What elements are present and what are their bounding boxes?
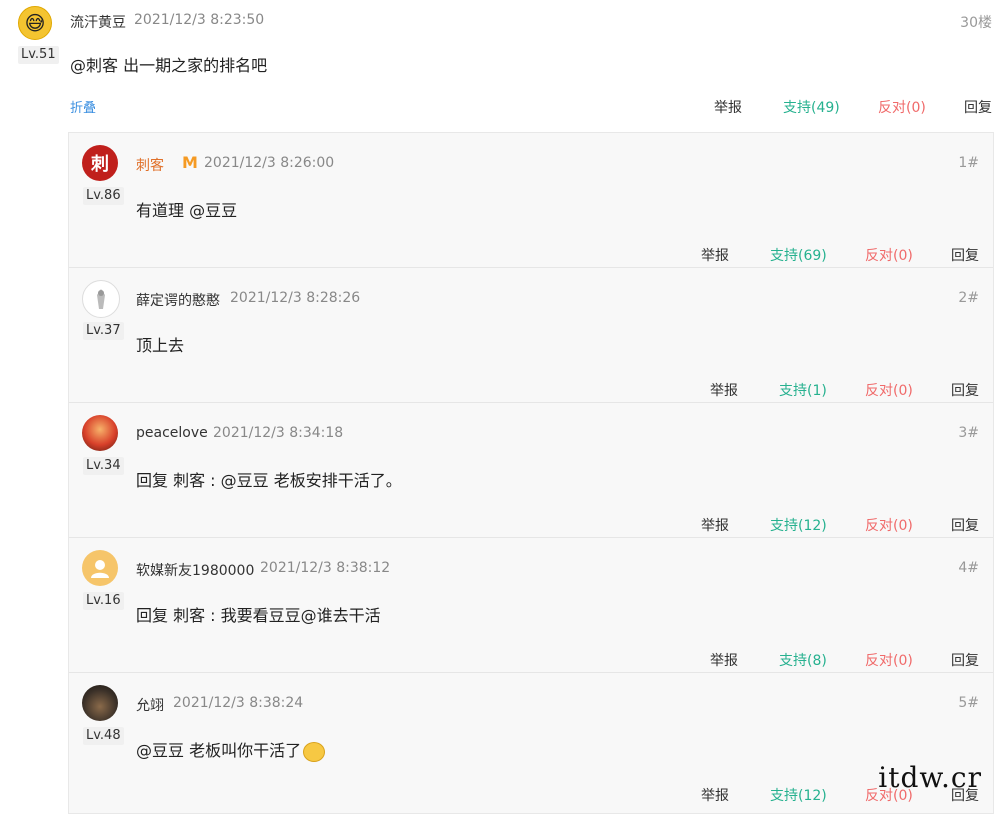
oppose-button[interactable]: 反对(0) (865, 245, 913, 265)
reply-time: 2021/12/3 8:28:26 (230, 290, 361, 306)
flower-icon (97, 289, 105, 309)
reply-floor: 1# (958, 155, 979, 171)
reply-floor: 5# (958, 695, 979, 711)
vip-badge-icon: M (182, 153, 198, 172)
reply-time: 2021/12/3 8:26:00 (204, 155, 335, 171)
user-level-badge: Lv.51 (18, 46, 59, 64)
user-level-badge: Lv.86 (83, 187, 124, 205)
report-button[interactable]: 举报 (710, 380, 738, 400)
emoji-icon (303, 741, 326, 762)
reply-button[interactable]: 回复 (951, 650, 979, 670)
report-button[interactable]: 举报 (701, 785, 729, 805)
reply-button[interactable]: 回复 (951, 380, 979, 400)
reply-username[interactable]: 刺客 (136, 155, 164, 175)
watermark: itdw.cr (878, 761, 982, 794)
reply-content: 回复 刺客 : @豆豆 老板安排干活了。 (136, 471, 402, 490)
reply-item: 刺 Lv.86 刺客 M 2021/12/3 8:26:00 1# 有道理 @豆… (69, 133, 993, 268)
oppose-button[interactable]: 反对(0) (865, 515, 913, 535)
reply-thread: 刺 Lv.86 刺客 M 2021/12/3 8:26:00 1# 有道理 @豆… (68, 132, 994, 814)
reply-item: Lv.16 软媒新友1980000 2021/12/3 8:38:12 4# 回… (69, 538, 993, 673)
user-avatar[interactable]: 😅 (18, 6, 52, 40)
reply-item: Lv.34 peacelove 2021/12/3 8:34:18 3# 回复 … (69, 403, 993, 538)
user-level-badge: Lv.34 (83, 457, 124, 475)
comment-username[interactable]: 流汗黄豆 (70, 12, 126, 32)
reply-floor: 3# (958, 425, 979, 441)
support-button[interactable]: 支持(8) (779, 650, 827, 670)
reply-content: 回复 刺客 : 我要看豆豆@谁去干活 (136, 606, 381, 625)
comment-content: @刺客 出一期之家的排名吧 (70, 56, 268, 75)
user-level-badge: Lv.16 (83, 592, 124, 610)
reply-username[interactable]: 软媒新友1980000 (136, 560, 254, 580)
support-button[interactable]: 支持(12) (770, 515, 827, 535)
user-avatar[interactable] (82, 280, 120, 318)
reply-button[interactable]: 回复 (951, 245, 979, 265)
reply-content: @豆豆 老板叫你干活了 (136, 737, 326, 762)
reply-time: 2021/12/3 8:34:18 (213, 425, 344, 441)
reply-content: 有道理 @豆豆 (136, 201, 238, 220)
user-level-badge: Lv.48 (83, 727, 124, 745)
comment-floor: 30楼 (960, 15, 992, 31)
reply-text: @豆豆 老板叫你干活了 (136, 741, 302, 760)
oppose-button[interactable]: 反对(0) (865, 380, 913, 400)
report-button[interactable]: 举报 (701, 515, 729, 535)
support-button[interactable]: 支持(69) (770, 245, 827, 265)
fold-link[interactable]: 折叠 (70, 97, 96, 116)
reply-floor: 4# (958, 560, 979, 576)
support-button[interactable]: 支持(1) (779, 380, 827, 400)
reply-content: 顶上去 (136, 336, 185, 355)
support-button[interactable]: 支持(49) (783, 97, 840, 117)
reply-time: 2021/12/3 8:38:24 (173, 695, 304, 711)
reply-button[interactable]: 回复 (964, 97, 992, 117)
comment-time: 2021/12/3 8:23:50 (134, 12, 265, 28)
reply-item: Lv.37 薛定谔的憨憨 2021/12/3 8:28:26 2# 顶上去 举报… (69, 268, 993, 403)
default-user-icon (91, 560, 109, 578)
reply-button[interactable]: 回复 (951, 515, 979, 535)
report-button[interactable]: 举报 (714, 97, 742, 117)
report-button[interactable]: 举报 (701, 245, 729, 265)
reply-item: Lv.48 允翊 2021/12/3 8:38:24 5# @豆豆 老板叫你干活… (69, 673, 993, 807)
user-avatar[interactable] (82, 685, 118, 721)
support-button[interactable]: 支持(12) (770, 785, 827, 805)
reply-username[interactable]: peacelove (136, 425, 208, 441)
report-button[interactable]: 举报 (710, 650, 738, 670)
oppose-button[interactable]: 反对(0) (878, 97, 926, 117)
reply-username[interactable]: 薛定谔的憨憨 (136, 290, 220, 310)
reply-time: 2021/12/3 8:38:12 (260, 560, 391, 576)
user-avatar[interactable] (82, 415, 118, 451)
reply-floor: 2# (958, 290, 979, 306)
user-level-badge: Lv.37 (83, 322, 124, 340)
reply-username[interactable]: 允翊 (136, 695, 164, 715)
oppose-button[interactable]: 反对(0) (865, 650, 913, 670)
user-avatar[interactable] (82, 550, 118, 586)
user-avatar[interactable]: 刺 (82, 145, 118, 181)
